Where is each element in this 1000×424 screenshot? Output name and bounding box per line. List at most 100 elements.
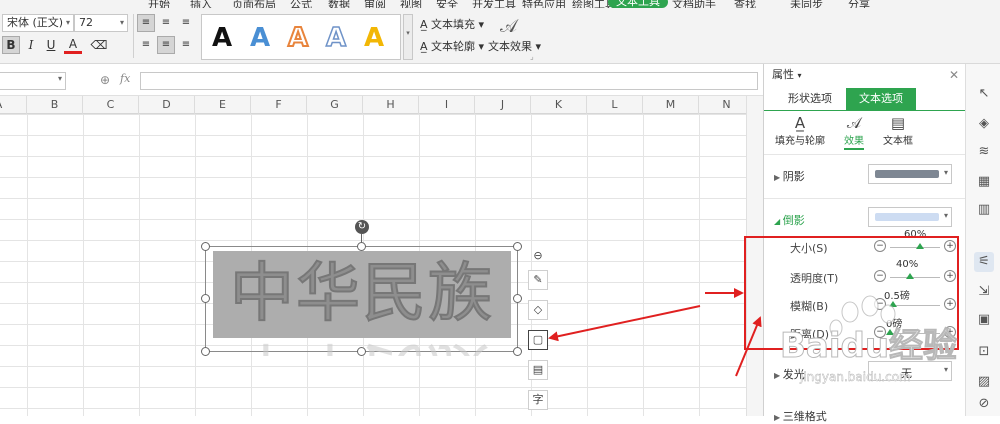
column-header[interactable]: M xyxy=(643,96,699,114)
column-header[interactable]: L xyxy=(587,96,643,114)
format-icon[interactable]: ▦ xyxy=(974,172,994,192)
wordart-style-orange-outline[interactable]: A xyxy=(287,22,309,54)
resize-handle-ne[interactable] xyxy=(513,242,522,251)
fx-label[interactable]: fx xyxy=(120,72,130,85)
menu-insert[interactable]: 插入 xyxy=(190,0,212,8)
properties-icon[interactable]: ⚟ xyxy=(974,252,994,272)
wordart-style-gold[interactable]: A xyxy=(364,23,384,53)
shape-outline-icon[interactable]: ▢ xyxy=(528,330,548,350)
chevron-down-icon[interactable]: ▾ xyxy=(798,71,802,80)
shapes-icon[interactable]: ◈ xyxy=(974,114,994,134)
panel-divider xyxy=(764,198,966,199)
ribbon-divider xyxy=(133,14,134,58)
fill-bucket-icon[interactable]: ◇ xyxy=(528,300,548,320)
formula-input[interactable] xyxy=(140,72,758,90)
italic-button[interactable]: I xyxy=(22,36,40,54)
column-header[interactable]: H xyxy=(363,96,419,114)
column-header[interactable]: E xyxy=(195,96,251,114)
align-center-icon[interactable]: ≡ xyxy=(157,36,175,54)
chart-icon[interactable]: ▥ xyxy=(974,200,994,220)
column-header[interactable]: C xyxy=(83,96,139,114)
menu-text-tools[interactable]: 文本工具 xyxy=(608,0,668,8)
menu-security[interactable]: 安全 xyxy=(436,0,458,8)
wordart-style-blue[interactable]: A xyxy=(250,23,270,53)
resize-handle-se[interactable] xyxy=(513,347,522,356)
column-header[interactable]: K xyxy=(531,96,587,114)
menu-review[interactable]: 审阅 xyxy=(364,0,386,8)
shadow-swatch xyxy=(875,170,939,178)
resize-handle-e[interactable] xyxy=(513,294,522,303)
column-header[interactable]: F xyxy=(251,96,307,114)
close-icon[interactable]: ✕ xyxy=(949,64,959,86)
menu-search[interactable]: 查找 xyxy=(734,0,756,8)
wordart-text[interactable]: 中华民族 xyxy=(213,251,511,338)
menu-page-layout[interactable]: 页面布局 xyxy=(232,0,276,8)
menu-developer[interactable]: 开发工具 xyxy=(472,0,516,8)
menu-data[interactable]: 数据 xyxy=(328,0,350,8)
menu-formula[interactable]: 公式 xyxy=(290,0,312,8)
collapse-toolbar-icon[interactable]: ⊖ xyxy=(528,247,548,267)
subtab-effects-label: 效果 xyxy=(844,136,864,150)
panel-title[interactable]: 属性 xyxy=(772,68,794,81)
three-d-section-toggle[interactable]: ▶ 三维格式 xyxy=(774,408,827,424)
character-icon[interactable]: 字 xyxy=(528,390,548,410)
bold-button[interactable]: B xyxy=(2,36,20,54)
menu-doc-assistant[interactable]: 文档助手 xyxy=(672,0,716,8)
menu-sync[interactable]: 未同步 xyxy=(790,0,823,8)
layers-icon[interactable]: ≋ xyxy=(974,142,994,162)
align-top-icon[interactable]: ≡ xyxy=(137,14,155,32)
text-fill-icon: A̲ xyxy=(420,18,432,31)
reflection-swatch xyxy=(875,213,939,221)
name-box[interactable]: ▾ xyxy=(0,72,66,90)
text-outline-icon: A̲ xyxy=(420,40,432,53)
reflection-section-toggle[interactable]: ◢ 倒影 xyxy=(774,212,805,228)
align-right-icon[interactable]: ≡ xyxy=(177,36,195,54)
align-left-icon[interactable]: ≡ xyxy=(137,36,155,54)
column-header[interactable]: J xyxy=(475,96,531,114)
underline-button[interactable]: U xyxy=(42,36,60,54)
wordart-gallery-more-icon[interactable]: ▾ xyxy=(403,14,413,60)
text-outline-button[interactable]: A̲ 文本轮廓 ▾ xyxy=(420,38,484,54)
resize-handle-w[interactable] xyxy=(201,294,210,303)
align-middle-icon[interactable]: ≡ xyxy=(157,14,175,32)
brush-icon[interactable]: ✎ xyxy=(528,270,548,290)
cursor-icon[interactable]: ↖ xyxy=(974,84,994,104)
subtab-fill-outline[interactable]: A̲ 填充与轮廓 xyxy=(770,114,830,147)
resize-handle-nw[interactable] xyxy=(201,242,210,251)
menu-view[interactable]: 视图 xyxy=(400,0,422,8)
reflection-select[interactable]: ▾ xyxy=(868,207,952,227)
text-fill-button[interactable]: A̲ 文本填充 ▾ xyxy=(420,16,484,32)
text-effect-icon[interactable]: 𝒜 xyxy=(500,16,517,37)
wordart-gallery[interactable]: A A A A A xyxy=(201,14,401,60)
menu-share[interactable]: 分享 xyxy=(848,0,870,8)
zoom-search-icon[interactable]: ⊕ xyxy=(100,73,110,87)
text-fill-outline-icon: A̲ xyxy=(794,114,806,132)
resize-handle-n[interactable] xyxy=(357,242,366,251)
menu-home[interactable]: 开始 xyxy=(148,0,170,8)
column-header[interactable]: I xyxy=(419,96,475,114)
tab-text-options[interactable]: 文本选项 xyxy=(846,88,916,110)
dialog-launcher-icon[interactable]: ⌟ xyxy=(530,52,534,61)
font-name-select[interactable]: 宋体 (正文) ▾ xyxy=(2,14,74,32)
menu-special[interactable]: 特色应用 xyxy=(522,0,566,8)
text-box-icon[interactable]: ▤ xyxy=(528,360,548,380)
wordart-style-blue-outline[interactable]: A xyxy=(325,22,347,54)
wordart-style-black[interactable]: A xyxy=(212,23,232,53)
subtab-textbox[interactable]: ▤ 文本框 xyxy=(868,114,928,147)
resize-handle-sw[interactable] xyxy=(201,347,210,356)
column-header[interactable]: A xyxy=(0,96,27,114)
column-header-row: A B C D E F G H I J K L M N xyxy=(0,96,763,114)
resize-handle-s[interactable] xyxy=(357,347,366,356)
font-color-button[interactable]: A xyxy=(64,36,82,54)
clear-format-icon[interactable]: ⌫ xyxy=(90,36,108,54)
align-bottom-icon[interactable]: ≡ xyxy=(177,14,195,32)
rotate-handle-icon[interactable]: ↻ xyxy=(355,220,369,234)
column-header[interactable]: G xyxy=(307,96,363,114)
navigation-icon[interactable]: ⊘ xyxy=(974,394,994,414)
column-header[interactable]: B xyxy=(27,96,83,114)
font-size-select[interactable]: 72 ▾ xyxy=(74,14,128,32)
shadow-section-toggle[interactable]: ▶ 阴影 xyxy=(774,168,805,184)
column-header[interactable]: D xyxy=(139,96,195,114)
shadow-select[interactable]: ▾ xyxy=(868,164,952,184)
tab-shape-options[interactable]: 形状选项 xyxy=(774,88,846,110)
